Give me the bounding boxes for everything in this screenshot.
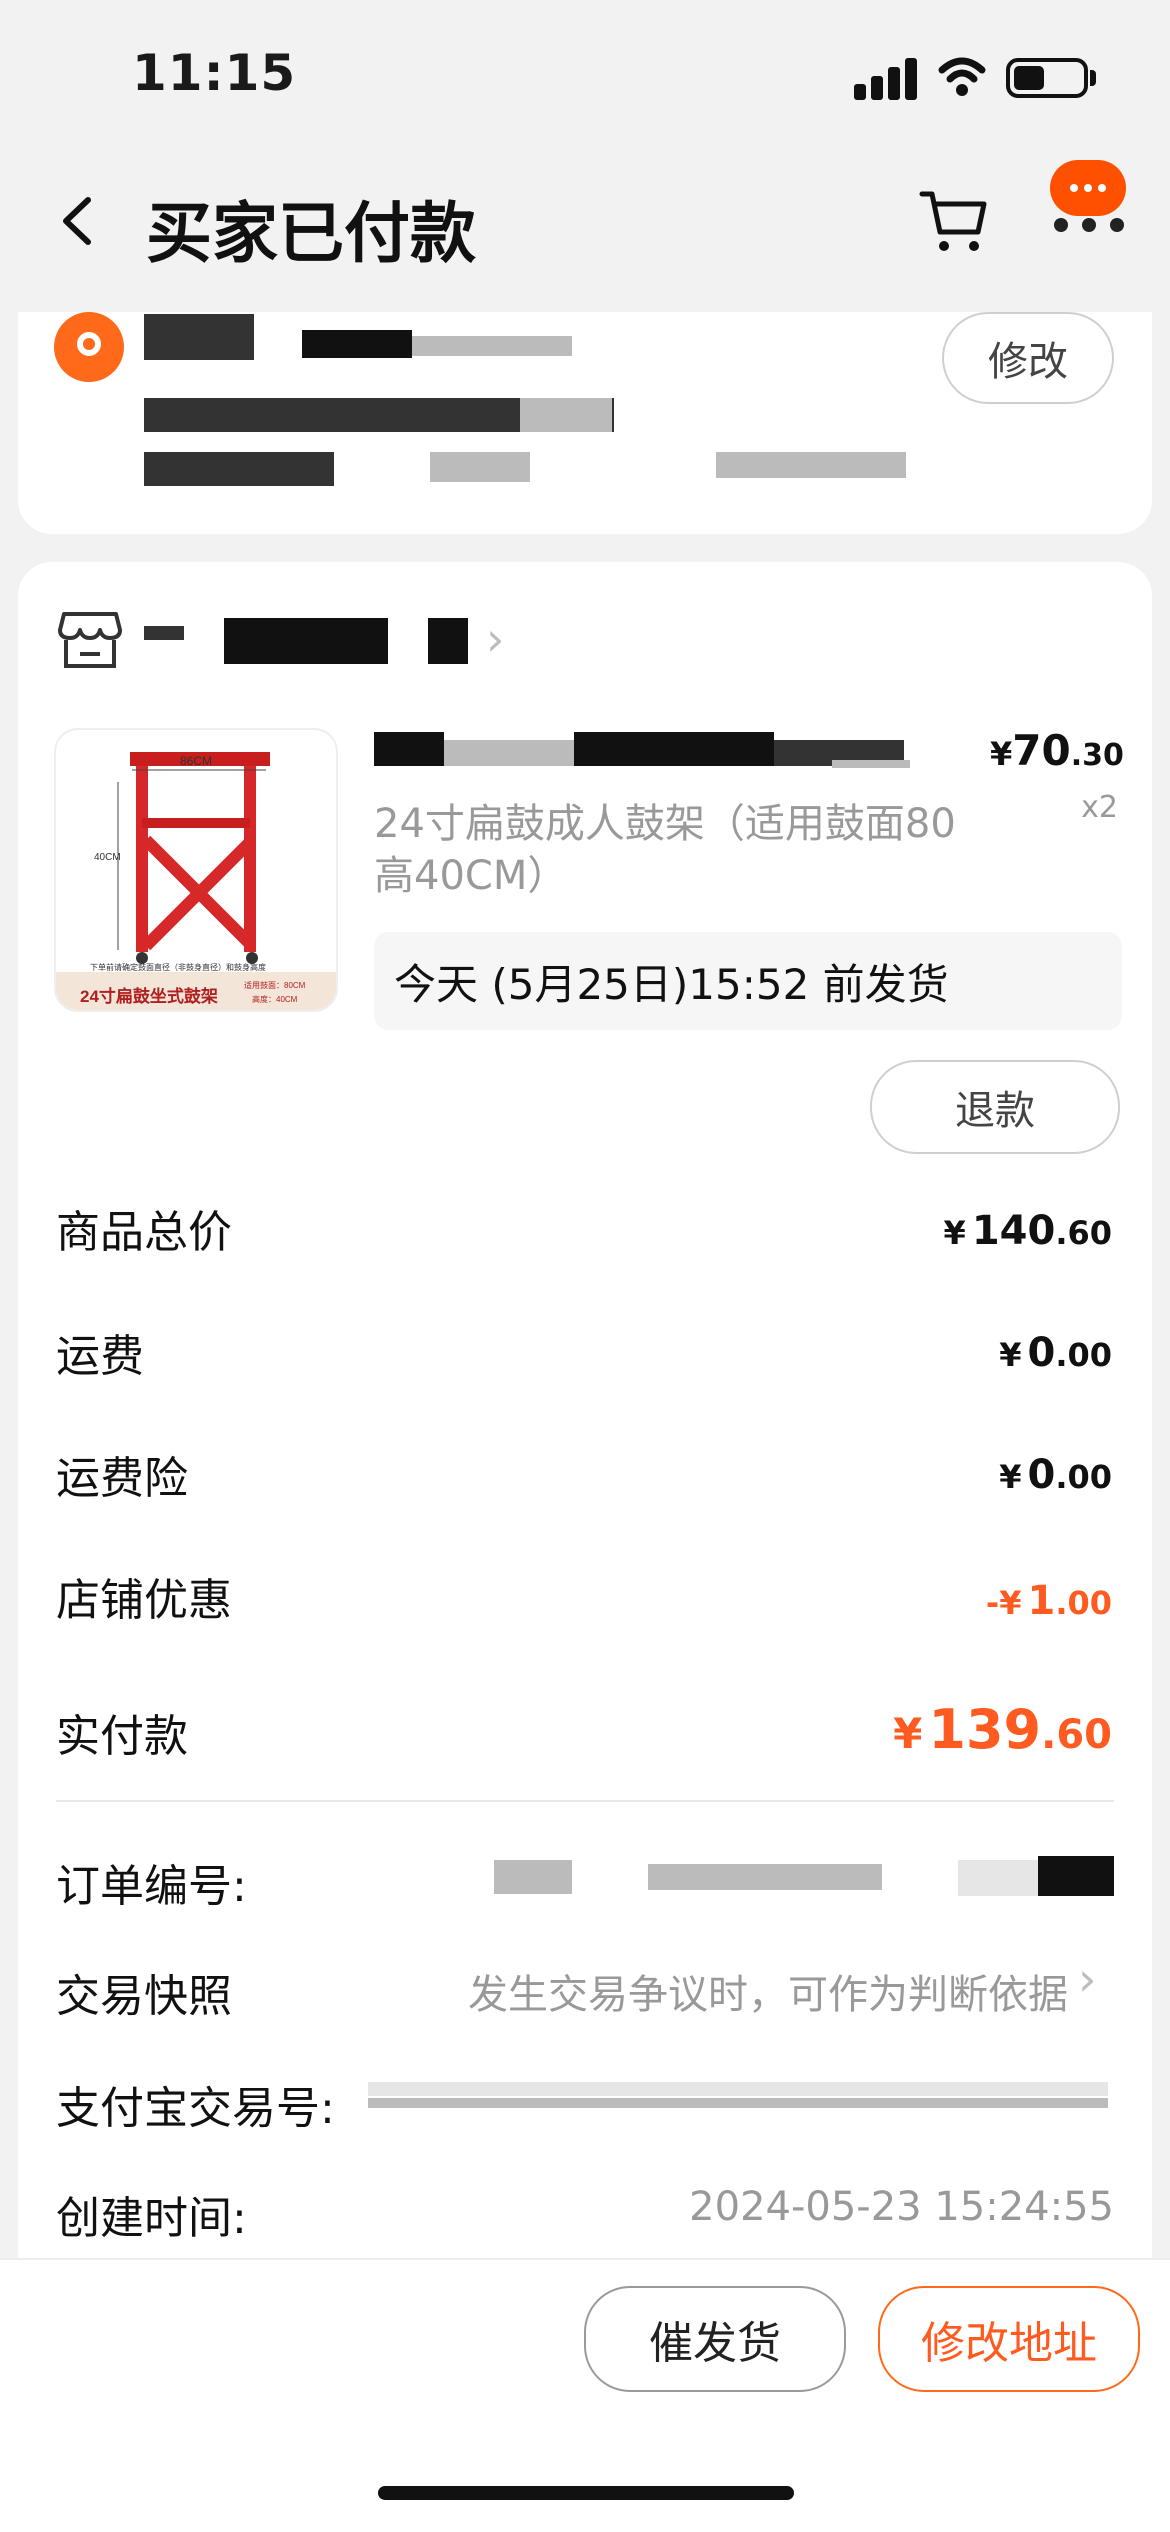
insurance-label: 运费险 [56, 1453, 188, 1504]
alipay-number-label: 支付宝交易号: [56, 2083, 335, 2134]
insurance-currency: ¥ [999, 1458, 1022, 1496]
product-quantity: x2 [1081, 790, 1118, 825]
snapshot-label: 交易快照 [56, 1971, 232, 2022]
product-image[interactable]: 86CM 40CM 下单前请确定鼓面直径（非鼓身直径）和鼓身高度 24寸扁鼓坐式… [54, 728, 338, 1012]
redacted-phone-2 [412, 336, 572, 356]
status-time: 11:15 [132, 44, 297, 102]
image-note: 下单前请确定鼓面直径（非鼓身直径）和鼓身高度 [90, 963, 266, 972]
image-spec-2: 高度：40CM [252, 995, 298, 1004]
redacted-name [144, 314, 254, 360]
redacted-order-number-4 [1038, 1856, 1114, 1896]
wifi-icon [938, 54, 986, 98]
store-icon [58, 610, 122, 670]
back-button[interactable] [48, 186, 108, 256]
cart-icon[interactable] [918, 186, 990, 256]
paid-integer: 139 [928, 1698, 1042, 1761]
created-time-label: 创建时间: [56, 2193, 247, 2244]
insurance-decimal: .00 [1055, 1458, 1112, 1496]
location-icon [54, 312, 124, 382]
ship-deadline: 今天 (5月25日)15:52 前发货 [374, 932, 1122, 1030]
more-icon[interactable] [1054, 218, 1124, 232]
redacted-store-name-3 [428, 618, 468, 664]
redacted-order-number-2 [648, 1864, 882, 1890]
snapshot-chevron-right-icon[interactable]: › [1078, 1952, 1096, 2006]
redacted-address-line-2 [144, 452, 334, 486]
discount-integer: 1 [1027, 1578, 1056, 1624]
refund-button[interactable]: 退款 [870, 1060, 1120, 1154]
total-decimal: .60 [1055, 1214, 1112, 1252]
redacted-product-title-3 [574, 732, 774, 766]
redacted-product-title [374, 732, 444, 766]
total-integer: 140 [971, 1208, 1056, 1254]
order-number-label: 订单编号: [56, 1861, 247, 1912]
divider [56, 1800, 1114, 1802]
home-indicator[interactable] [378, 2486, 794, 2500]
message-badge-icon[interactable] [1050, 160, 1126, 216]
discount-label: 店铺优惠 [56, 1575, 232, 1626]
redacted-store-name [144, 626, 184, 640]
price-integer: 70 [1012, 726, 1071, 775]
discount-decimal: .00 [1055, 1584, 1112, 1622]
redacted-store-name-2 [224, 618, 388, 664]
total-label: 商品总价 [56, 1207, 232, 1258]
shipping-value: ¥0.00 [999, 1330, 1112, 1376]
redacted-order-number-3 [958, 1860, 1038, 1896]
redacted-phone [302, 330, 412, 358]
store-chevron-right-icon[interactable]: › [486, 612, 504, 666]
modify-address-button[interactable]: 修改地址 [878, 2286, 1140, 2392]
snapshot-value[interactable]: 发生交易争议时，可作为判断依据 [468, 1962, 1068, 2020]
created-time-value: 2024-05-23 15:24:55 [689, 2184, 1114, 2230]
product-name[interactable]: 24寸扁鼓成人鼓架（适用鼓面80高40CM） [374, 798, 974, 902]
total-value: ¥140.60 [944, 1208, 1112, 1254]
image-height-label: 40CM [94, 852, 121, 863]
product-price: ¥70.30 [990, 726, 1124, 775]
battery-icon [1006, 58, 1088, 98]
redacted-address-line-1b [520, 398, 612, 432]
price-decimal: .30 [1070, 738, 1124, 773]
image-spec-1: 适用鼓面：80CM [244, 981, 306, 990]
shipping-currency: ¥ [999, 1336, 1022, 1374]
redacted-product-title-2 [444, 740, 574, 766]
image-width-label: 86CM [180, 754, 213, 768]
modify-address-inline-button[interactable]: 修改 [942, 312, 1114, 404]
shipping-integer: 0 [1027, 1330, 1056, 1376]
redacted-address-line-2b [430, 452, 530, 482]
redacted-alipay-number-2 [368, 2098, 1108, 2108]
paid-currency: ¥ [893, 1709, 923, 1758]
shipping-decimal: .00 [1055, 1336, 1112, 1374]
redacted-alipay-number [368, 2082, 1108, 2096]
battery-tip [1090, 70, 1096, 86]
price-currency: ¥ [990, 735, 1013, 773]
redacted-order-number [494, 1860, 572, 1894]
discount-currency: -¥ [985, 1584, 1022, 1622]
urge-shipping-button[interactable]: 催发货 [584, 2286, 846, 2392]
page-title: 买家已付款 [146, 195, 476, 272]
paid-decimal: .60 [1041, 1712, 1112, 1758]
shipping-label: 运费 [56, 1331, 144, 1382]
cellular-signal-icon [854, 56, 918, 100]
insurance-value: ¥0.00 [999, 1452, 1112, 1498]
redacted-address-line-2c [716, 452, 906, 478]
image-banner: 24寸扁鼓坐式鼓架 [80, 987, 218, 1006]
insurance-integer: 0 [1027, 1452, 1056, 1498]
discount-value: -¥ 1.00 [986, 1578, 1112, 1624]
redacted-product-title-5 [832, 760, 910, 768]
paid-label: 实付款 [56, 1711, 188, 1762]
paid-value: ¥139.60 [893, 1698, 1112, 1761]
total-currency: ¥ [943, 1214, 966, 1252]
